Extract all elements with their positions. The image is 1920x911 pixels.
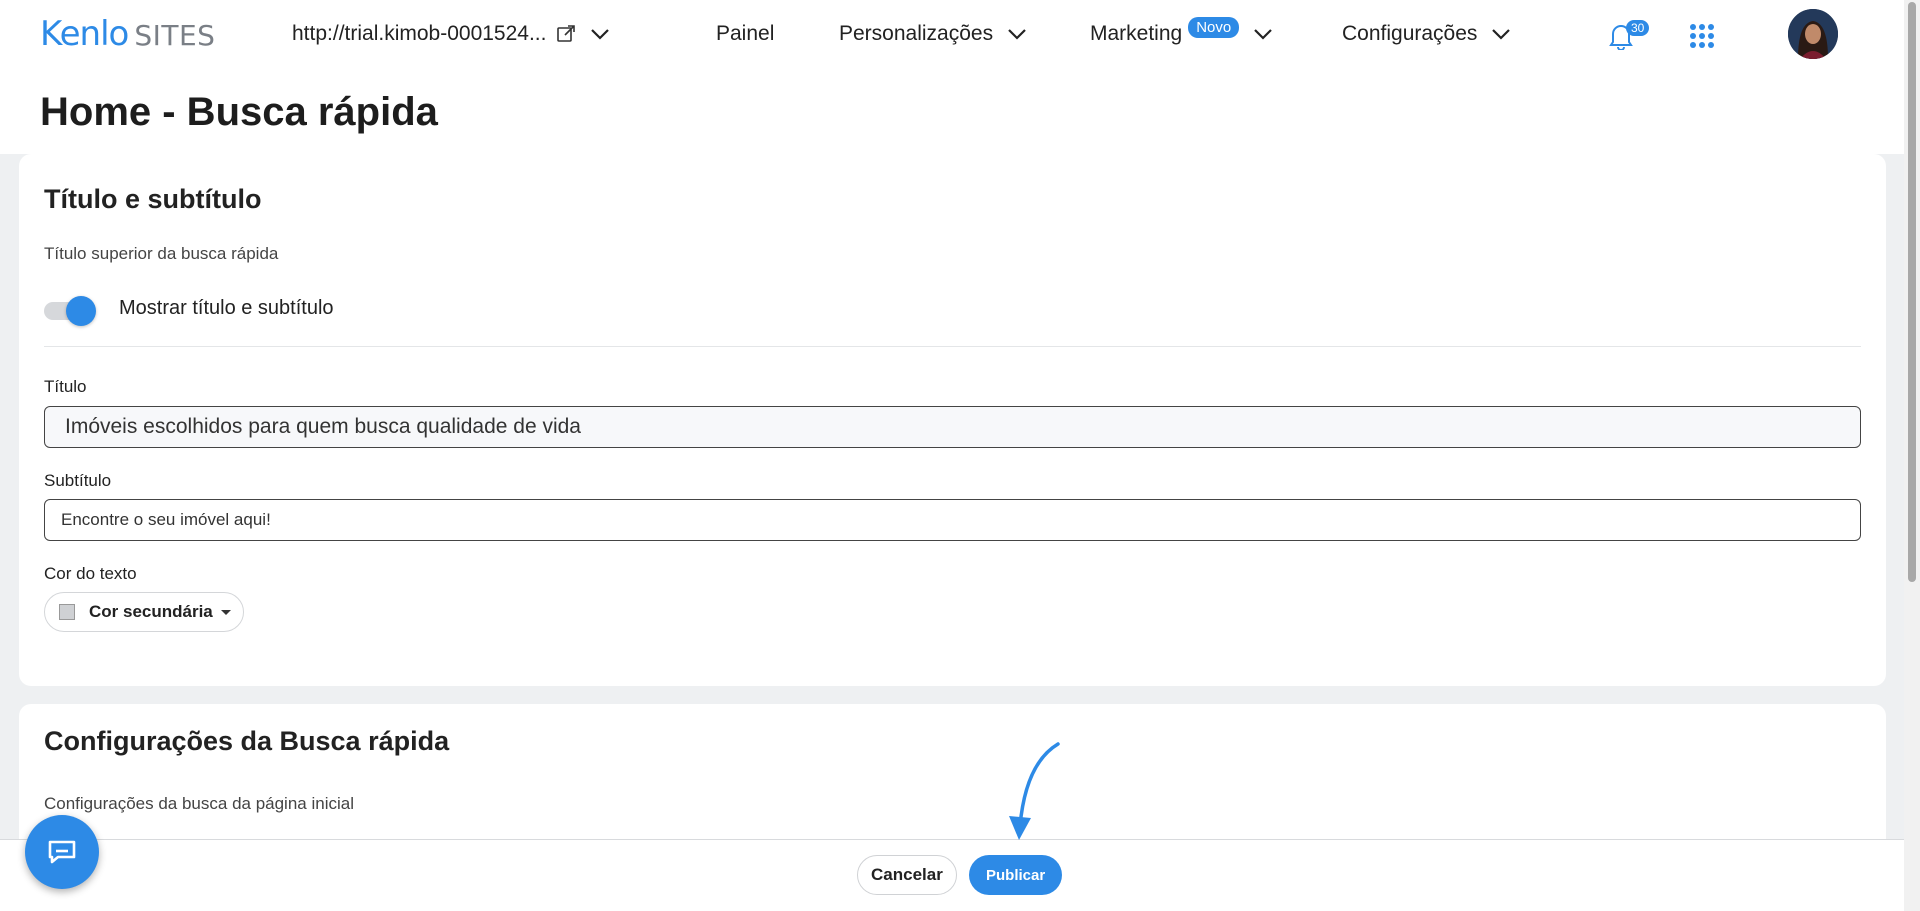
subtitulo-label: Subtítulo (44, 471, 112, 490)
nav-painel[interactable]: Painel (716, 22, 774, 46)
nav-configuracoes-label: Configurações (1342, 22, 1478, 45)
top-navbar: Kenlo SITES http://trial.kimob-0001524..… (0, 0, 1904, 70)
section-title-description: Título superior da busca rápida (44, 244, 279, 263)
publish-button[interactable]: Publicar (969, 855, 1063, 895)
page-scrollbar[interactable] (1904, 0, 1920, 911)
apps-grid-icon[interactable] (1690, 24, 1714, 48)
page-title: Home - Busca rápida (40, 90, 438, 134)
chevron-down-icon[interactable] (590, 26, 610, 42)
section-busca-description: Configurações da busca da página inicial (44, 794, 354, 813)
logo-product: SITES (134, 19, 216, 52)
action-bar: Cancelar Publicar (0, 839, 1904, 911)
novo-badge: Novo (1188, 16, 1240, 38)
titulo-input-value: Imóveis escolhidos para quem busca quali… (65, 415, 581, 438)
nav-personalizacoes[interactable]: Personalizações (839, 22, 1027, 46)
kenlo-sites-logo[interactable]: Kenlo SITES (40, 14, 215, 54)
chat-icon (48, 840, 76, 864)
section-title-heading: Título e subtítulo (44, 184, 262, 214)
subtitulo-input[interactable]: Encontre o seu imóvel aqui! (44, 499, 1861, 541)
cor-texto-label: Cor do texto (44, 564, 137, 583)
notification-count: 30 (1626, 20, 1650, 36)
scrollbar-thumb[interactable] (1908, 2, 1916, 582)
nav-configuracoes[interactable]: Configurações (1342, 22, 1511, 46)
show-title-toggle[interactable] (44, 295, 96, 327)
divider (44, 346, 1861, 347)
chevron-down-icon (1008, 29, 1026, 40)
chevron-down-icon (1492, 29, 1511, 40)
subtitulo-input-value: Encontre o seu imóvel aqui! (61, 510, 271, 529)
text-color-select[interactable]: Cor secundária (44, 592, 244, 632)
nav-marketing[interactable]: Marketing Novo (1090, 16, 1273, 46)
chevron-down-icon (1254, 29, 1273, 40)
title-subtitle-card: Título e subtítulo Título superior da bu… (19, 154, 1886, 686)
nav-painel-label: Painel (716, 22, 775, 45)
nav-marketing-label: Marketing (1090, 22, 1183, 45)
nav-personalizacoes-label: Personalizações (839, 22, 994, 45)
logo-brand: Kenlo (40, 14, 129, 54)
section-busca-heading: Configurações da Busca rápida (44, 726, 450, 756)
text-color-value: Cor secundária (89, 602, 213, 621)
avatar[interactable] (1788, 9, 1838, 59)
titulo-label: Título (44, 377, 87, 396)
content-area: Título e subtítulo Título superior da bu… (0, 154, 1904, 911)
arrow-annotation-icon (1009, 742, 1060, 840)
titulo-input[interactable]: Imóveis escolhidos para quem busca quali… (44, 406, 1861, 448)
external-link-icon[interactable] (556, 24, 576, 44)
cancel-button[interactable]: Cancelar (857, 855, 957, 895)
caret-down-icon (220, 609, 231, 615)
show-title-toggle-label: Mostrar título e subtítulo (119, 297, 334, 319)
color-swatch (59, 604, 75, 620)
site-url[interactable]: http://trial.kimob-0001524... (292, 22, 546, 46)
chat-button[interactable] (25, 815, 99, 889)
toggle-knob (66, 296, 96, 326)
